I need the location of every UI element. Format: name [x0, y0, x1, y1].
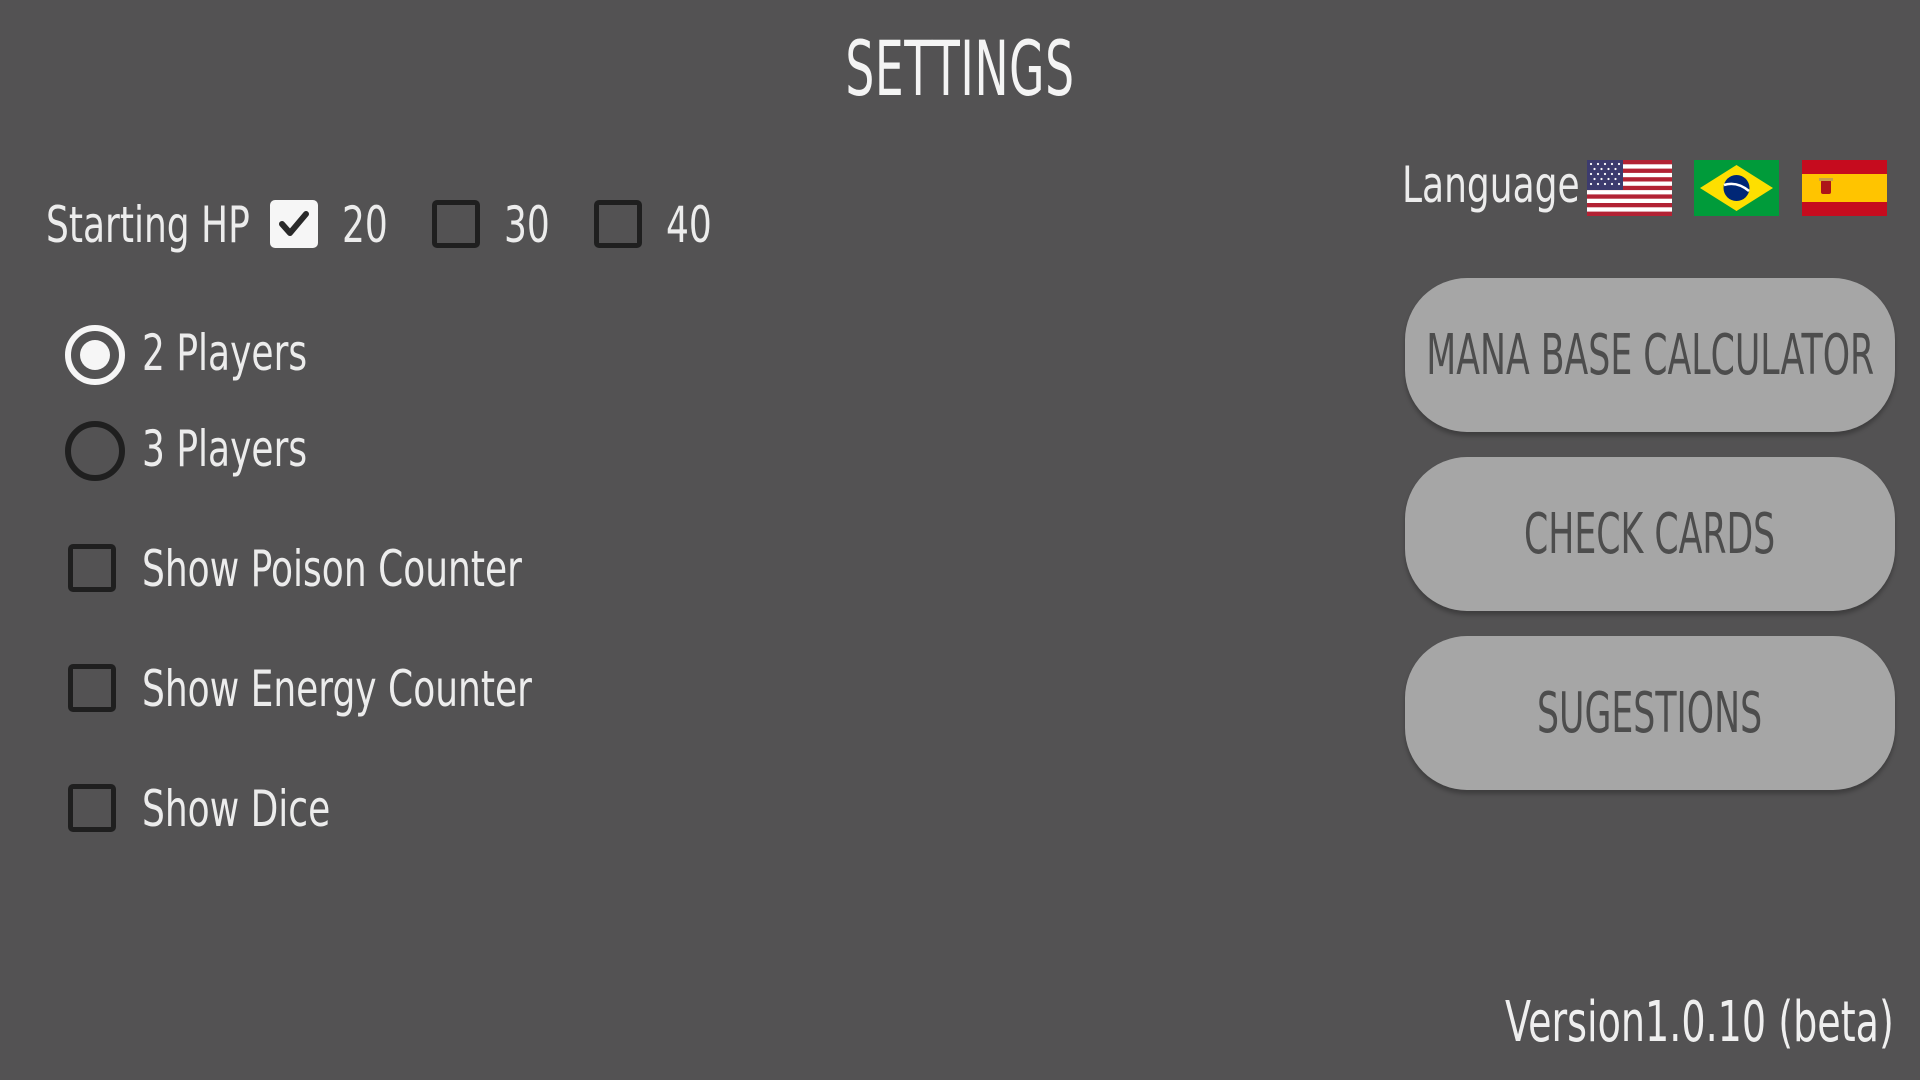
suggestions-button[interactable]: SUGESTIONS — [1405, 636, 1895, 790]
show-energy-counter-label: Show Energy Counter — [142, 660, 532, 718]
show-poison-counter-checkbox[interactable] — [68, 544, 116, 592]
three-players-radio[interactable] — [65, 421, 125, 481]
hp-30-label: 30 — [504, 196, 550, 254]
hp-40-checkbox[interactable] — [594, 200, 642, 248]
version-label: Version1.0.10 (beta) — [1505, 990, 1894, 1055]
check-cards-label: CHECK CARDS — [1524, 501, 1776, 567]
three-players-label: 3 Players — [142, 420, 308, 478]
hp-20-label: 20 — [342, 196, 388, 254]
show-poison-counter-label: Show Poison Counter — [142, 540, 522, 598]
mana-base-calculator-label: MANA BASE CALCULATOR — [1426, 322, 1874, 388]
check-cards-button[interactable]: CHECK CARDS — [1405, 457, 1895, 611]
page-title: SETTINGS — [845, 24, 1075, 113]
show-dice-checkbox[interactable] — [68, 784, 116, 832]
show-dice-label: Show Dice — [142, 780, 331, 838]
radio-selected-dot — [80, 340, 110, 370]
two-players-label: 2 Players — [142, 324, 308, 382]
hp-40-label: 40 — [666, 196, 712, 254]
suggestions-label: SUGESTIONS — [1537, 680, 1763, 746]
settings-screen: SETTINGS Starting HP 20 30 40 2 Players … — [0, 0, 1920, 1080]
spain-flag-icon[interactable] — [1802, 160, 1887, 216]
show-energy-counter-checkbox[interactable] — [68, 664, 116, 712]
us-flag-icon[interactable] — [1587, 160, 1672, 216]
two-players-radio[interactable] — [65, 325, 125, 385]
mana-base-calculator-button[interactable]: MANA BASE CALCULATOR — [1405, 278, 1895, 432]
checkmark-icon — [279, 211, 309, 236]
hp-20-checkbox[interactable] — [270, 200, 318, 248]
brazil-flag-icon[interactable] — [1694, 160, 1779, 216]
hp-30-checkbox[interactable] — [432, 200, 480, 248]
